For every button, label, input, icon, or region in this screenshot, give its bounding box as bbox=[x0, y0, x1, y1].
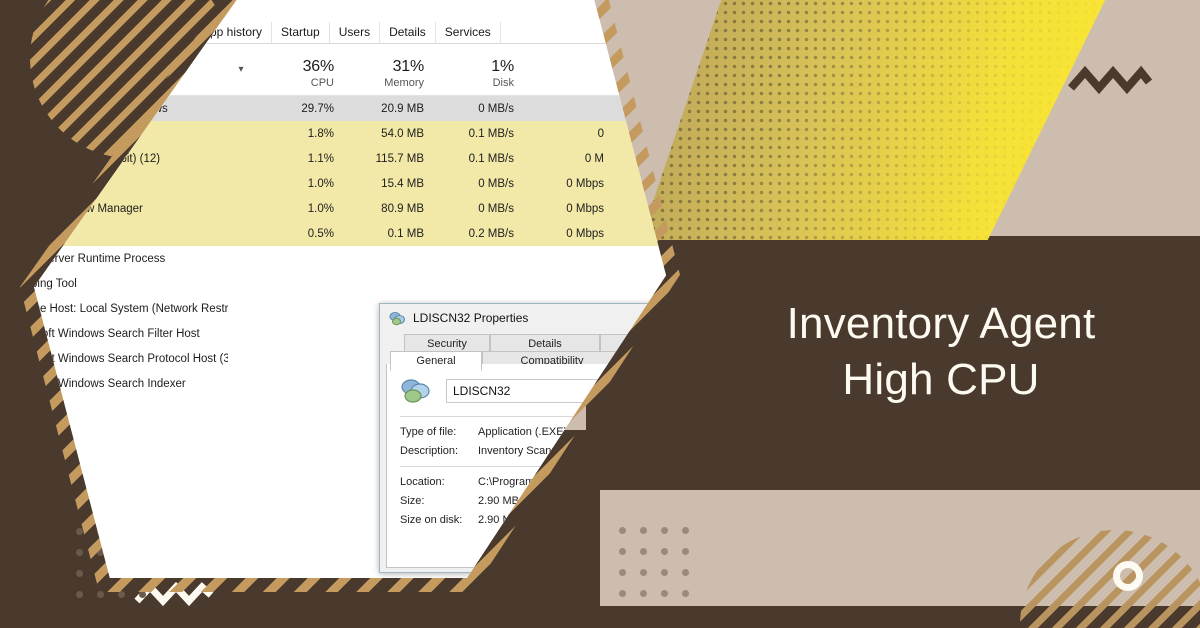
tab-details[interactable]: Details bbox=[379, 22, 435, 43]
table-row[interactable]: System0.5%0.1 MB0.2 MB/s0 Mbps bbox=[34, 221, 666, 246]
task-manager-window: App history Startup Users Details Servic… bbox=[34, 18, 666, 578]
field-size-on-disk: Size on disk: 2.90 MB (3,047,4 bbox=[400, 514, 658, 526]
field-value: Inventory Scanner for Win bbox=[478, 445, 606, 457]
field-label: Size: bbox=[400, 495, 425, 507]
field-label: Size on disk: bbox=[400, 514, 463, 526]
memory-label: Memory bbox=[384, 76, 424, 89]
properties-dialog-title: LDISCN32 Properties bbox=[413, 311, 529, 325]
cpu-value: 1.0% bbox=[307, 202, 334, 215]
memory-value: 54.0 MB bbox=[381, 127, 424, 140]
file-name-field[interactable]: LDISCN32 bbox=[446, 379, 658, 403]
process-name: Client Server Runtime Process bbox=[34, 252, 166, 265]
ring-decoration-bottom-right bbox=[1113, 561, 1143, 591]
cpu-value: 1.1% bbox=[307, 152, 334, 165]
cpu-label: CPU bbox=[310, 76, 334, 89]
memory-value: 80.9 MB bbox=[381, 202, 424, 215]
field-value: 2.90 MB (3,044,984 bbox=[478, 495, 658, 507]
process-name: Desktop Window Manager bbox=[34, 203, 228, 215]
disk-label: Disk bbox=[492, 76, 514, 89]
table-row[interactable]: Client Server Runtime Process bbox=[34, 246, 666, 271]
process-name: Microsoft Windows Search Filter Host bbox=[34, 327, 200, 340]
field-type-of-file: Type of file: Application (.EXE) bbox=[400, 426, 658, 438]
cpu-value: 1.0% bbox=[307, 177, 334, 190]
divider bbox=[400, 466, 658, 467]
table-row[interactable]: Desktop Window Manager 1.0% 80.9 MB 0 MB/s 0… bbox=[34, 196, 666, 221]
properties-dialog-general-panel: LDISCN32 Type of file: Application (.EXE… bbox=[386, 364, 666, 568]
disk-value: 0 MB/s bbox=[478, 202, 514, 215]
cpu-value: 0.5% bbox=[307, 227, 334, 240]
tab-services[interactable]: Services bbox=[434, 22, 501, 43]
disk-value: 0.2 MB/s bbox=[468, 227, 514, 240]
page-title: Inventory Agent High CPU bbox=[706, 296, 1176, 409]
cpu-value: 1.8% bbox=[307, 127, 334, 140]
disk-value: 0 MB/s bbox=[478, 102, 514, 115]
task-manager-column-headers: ▾ 36% CPU 31% Memory 1% Disk bbox=[34, 44, 666, 96]
process-name: Microsoft Windows Search Protocol Host (… bbox=[34, 352, 228, 365]
headline-line-1: Inventory Agent bbox=[786, 299, 1096, 348]
process-name: Microsoft Windows Search Indexer bbox=[34, 377, 186, 390]
memory-total-percent: 31% bbox=[392, 58, 425, 76]
disk-value: 0.1 MB/s bbox=[468, 127, 514, 140]
application-exe-icon-large bbox=[401, 379, 430, 403]
cpu-total-percent: 36% bbox=[302, 58, 335, 76]
network-value: 0 Mbps bbox=[566, 177, 604, 190]
banner-canvas: App history Startup Users Details Servic… bbox=[0, 0, 1200, 628]
field-label: Location: bbox=[400, 476, 445, 488]
column-header-disk[interactable]: 1% Disk bbox=[434, 57, 524, 90]
table-row[interactable]: Inventory Scanner for Windows 29.7% 20.9 M… bbox=[34, 96, 666, 121]
field-value: C:\Program Files (x86) bbox=[478, 476, 658, 488]
network-value: 0 M bbox=[584, 152, 604, 165]
memory-value: 0.1 MB bbox=[387, 227, 424, 240]
process-name: Task Manager bbox=[34, 177, 81, 190]
table-row[interactable]: Snipping Tool bbox=[34, 271, 666, 296]
process-name: Service Host: Local System (Network Rest… bbox=[34, 302, 228, 315]
disk-total-percent: 1% bbox=[491, 58, 514, 76]
disk-value: 0 MB/s bbox=[478, 177, 514, 190]
process-name: Snipping Tool bbox=[34, 277, 77, 290]
properties-dialog-titlebar: LDISCN32 Properties bbox=[380, 304, 666, 332]
tab-startup[interactable]: Startup bbox=[271, 22, 329, 43]
network-value: 0 Mbps bbox=[566, 227, 604, 240]
memory-value: 15.4 MB bbox=[381, 177, 424, 190]
cpu-value: 29.7% bbox=[301, 102, 334, 115]
memory-value: 115.7 MB bbox=[375, 152, 424, 165]
table-row[interactable]: Task Manager 1.0% 15.4 MB 0 MB/s 0 Mbps bbox=[34, 171, 666, 196]
field-description: Description: Inventory Scanner for Win bbox=[400, 445, 658, 457]
file-name-row: LDISCN32 bbox=[400, 376, 658, 406]
hexagon-screenshot-frame: App history Startup Users Details Servic… bbox=[20, 0, 680, 592]
field-label: Description: bbox=[400, 445, 459, 457]
memory-value: 20.9 MB bbox=[381, 102, 424, 115]
network-value: 0 Mbps bbox=[566, 202, 604, 215]
properties-tab-general[interactable]: General bbox=[390, 351, 482, 371]
network-value: 0 bbox=[597, 127, 604, 140]
column-header-memory[interactable]: 31% Memory bbox=[344, 57, 434, 90]
zigzag-icon-top-right bbox=[1068, 65, 1152, 95]
headline-line-2: High CPU bbox=[842, 355, 1040, 405]
field-label: Type of file: bbox=[400, 426, 457, 438]
process-name: Inventory Scanner for Windows bbox=[34, 102, 168, 115]
hexagon-inner-mask: App history Startup Users Details Servic… bbox=[34, 0, 666, 578]
column-header-cpu[interactable]: 36% CPU bbox=[254, 57, 344, 90]
task-manager-tab-strip: App history Startup Users Details Servic… bbox=[34, 18, 666, 44]
application-exe-icon bbox=[389, 311, 405, 325]
tab-users[interactable]: Users bbox=[328, 22, 379, 43]
process-name: Microsoft Outlook (32 bit) (12) bbox=[34, 152, 161, 165]
divider bbox=[400, 416, 658, 417]
chevron-down-icon[interactable]: ▾ bbox=[228, 64, 254, 90]
disk-value: 0.1 MB/s bbox=[468, 152, 514, 165]
